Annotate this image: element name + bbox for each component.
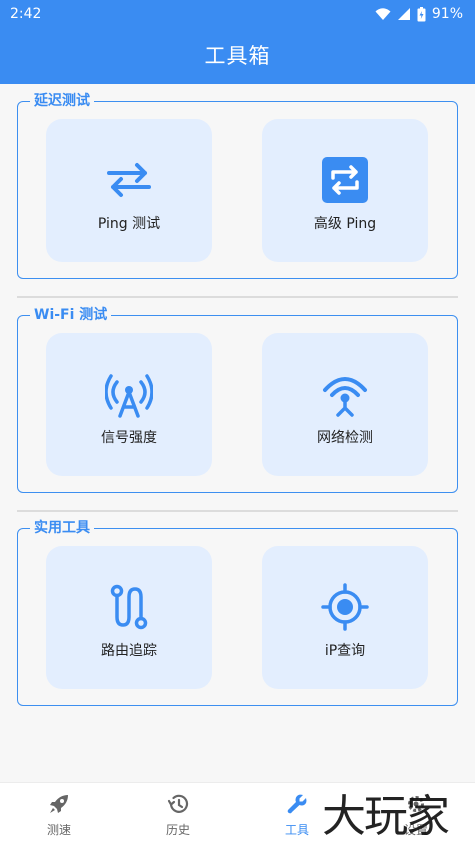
nav-item-speed-test[interactable]: 测速 xyxy=(24,792,94,838)
wifi-signal-icon xyxy=(375,8,391,20)
nav-label: 工具 xyxy=(284,823,309,837)
ping-test-card[interactable]: Ping 测试 xyxy=(46,119,212,262)
network-check-card[interactable]: 网络检测 xyxy=(262,333,428,476)
section-divider xyxy=(17,510,458,512)
section-title: 延迟测试 xyxy=(30,92,94,110)
section-latency-test: 延迟测试 Ping 测试 高级 Ping xyxy=(17,92,458,279)
ip-lookup-card[interactable]: iP查询 xyxy=(262,546,428,689)
status-icons: 91% xyxy=(375,6,463,22)
repeat-box-icon xyxy=(321,156,369,204)
swap-arrows-icon xyxy=(105,156,153,204)
nav-item-history[interactable]: 历史 xyxy=(143,792,213,838)
history-icon xyxy=(166,792,190,816)
section-title: 实用工具 xyxy=(30,519,94,537)
cell-signal-icon xyxy=(397,8,410,20)
card-label: iP查询 xyxy=(324,643,366,659)
card-label: 高级 Ping xyxy=(313,216,377,232)
section-divider xyxy=(17,296,458,298)
antenna-icon xyxy=(105,370,153,418)
card-label: 路由追踪 xyxy=(101,643,157,659)
card-label: 网络检测 xyxy=(317,430,373,446)
route-icon xyxy=(105,583,153,631)
section-utilities: 实用工具 路由追踪 iP查询 xyxy=(17,519,458,706)
wifi-tower-icon xyxy=(321,370,369,418)
advanced-ping-card[interactable]: 高级 Ping xyxy=(262,119,428,262)
card-label: Ping 测试 xyxy=(97,216,161,232)
rocket-icon xyxy=(47,792,71,816)
signal-strength-card[interactable]: 信号强度 xyxy=(46,333,212,476)
section-title: Wi-Fi 测试 xyxy=(30,306,112,324)
card-label: 信号强度 xyxy=(101,430,157,446)
battery-icon xyxy=(417,6,426,21)
status-bar: 2:42 91% xyxy=(0,0,475,28)
nav-label: 测速 xyxy=(46,823,71,837)
route-trace-card[interactable]: 路由追踪 xyxy=(46,546,212,689)
nav-label: 历史 xyxy=(165,823,190,837)
wrench-icon xyxy=(285,792,309,816)
status-time: 2:42 xyxy=(10,6,42,22)
location-target-icon xyxy=(321,583,369,631)
battery-level: 91% xyxy=(431,6,463,22)
section-wifi-test: Wi-Fi 测试 信号强度 网络检测 xyxy=(17,306,458,493)
app-header: 2:42 91% 工具箱 xyxy=(0,0,475,84)
page-title: 工具箱 xyxy=(204,44,271,68)
watermark-logo: 大玩家 xyxy=(322,791,450,842)
